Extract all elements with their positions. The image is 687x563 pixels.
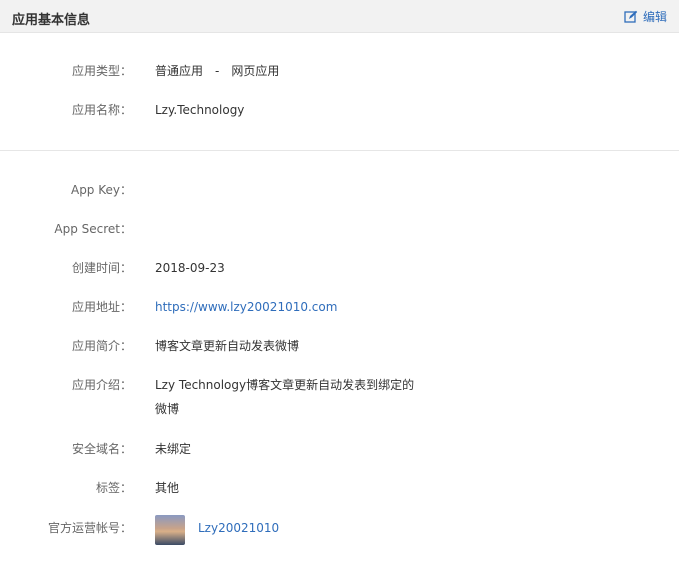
section-divider (0, 150, 679, 151)
panel-header: 应用基本信息 编辑 (0, 0, 679, 33)
row-domain: 安全域名： 未绑定 (0, 439, 679, 459)
app-url-link[interactable]: https://www.lzy20021010.com (155, 297, 337, 317)
intro-value: Lzy Technology博客文章更新自动发表到绑定的微博 (155, 378, 415, 416)
intro-label: 应用介绍： (71, 378, 132, 392)
tags-value: 其他 (155, 481, 180, 495)
name-value: Lzy.Technology (155, 103, 245, 117)
domain-value: 未绑定 (155, 442, 192, 456)
app-info-panel: 应用基本信息 编辑 应用类型： 普通应用 - 网页应用 应用名称： Lzy.Te… (0, 0, 687, 563)
official-label: 官方运营帐号： (47, 521, 132, 535)
created-label: 创建时间： (71, 261, 132, 275)
type-value: 普通应用 - 网页应用 (155, 64, 280, 78)
tags-label: 标签： (95, 481, 132, 495)
summary-value: 博客文章更新自动发表微博 (155, 339, 300, 353)
type-label: 应用类型： (71, 64, 132, 78)
app-secret-label: App Secret： (54, 222, 132, 236)
row-created: 创建时间： 2018-09-23 (0, 258, 679, 278)
name-label: 应用名称： (71, 103, 132, 117)
row-official-account: 官方运营帐号： (0, 518, 679, 538)
row-summary: 应用简介： 博客文章更新自动发表微博 (0, 336, 679, 356)
app-key-label: App Key： (70, 183, 132, 197)
row-app-secret: App Secret： (0, 219, 679, 239)
official-account-link[interactable]: Lzy20021010 (198, 518, 279, 538)
edit-icon (624, 10, 638, 23)
row-intro: 应用介绍： Lzy Technology博客文章更新自动发表到绑定的微博 (0, 375, 679, 423)
row-type: 应用类型： 普通应用 - 网页应用 (0, 61, 679, 81)
summary-label: 应用简介： (71, 339, 132, 353)
avatar[interactable] (155, 515, 185, 545)
created-value: 2018-09-23 (155, 261, 225, 275)
domain-label: 安全域名： (71, 442, 132, 456)
edit-label: 编辑 (642, 10, 667, 24)
url-label: 应用地址： (71, 300, 132, 314)
panel-title: 应用基本信息 (12, 13, 91, 28)
row-app-key: App Key： (0, 180, 679, 200)
row-tags: 标签： 其他 (0, 478, 679, 498)
row-url: 应用地址： https://www.lzy20021010.com (0, 297, 679, 317)
row-name: 应用名称： Lzy.Technology (0, 100, 679, 120)
edit-button[interactable]: 编辑 (624, 8, 667, 25)
